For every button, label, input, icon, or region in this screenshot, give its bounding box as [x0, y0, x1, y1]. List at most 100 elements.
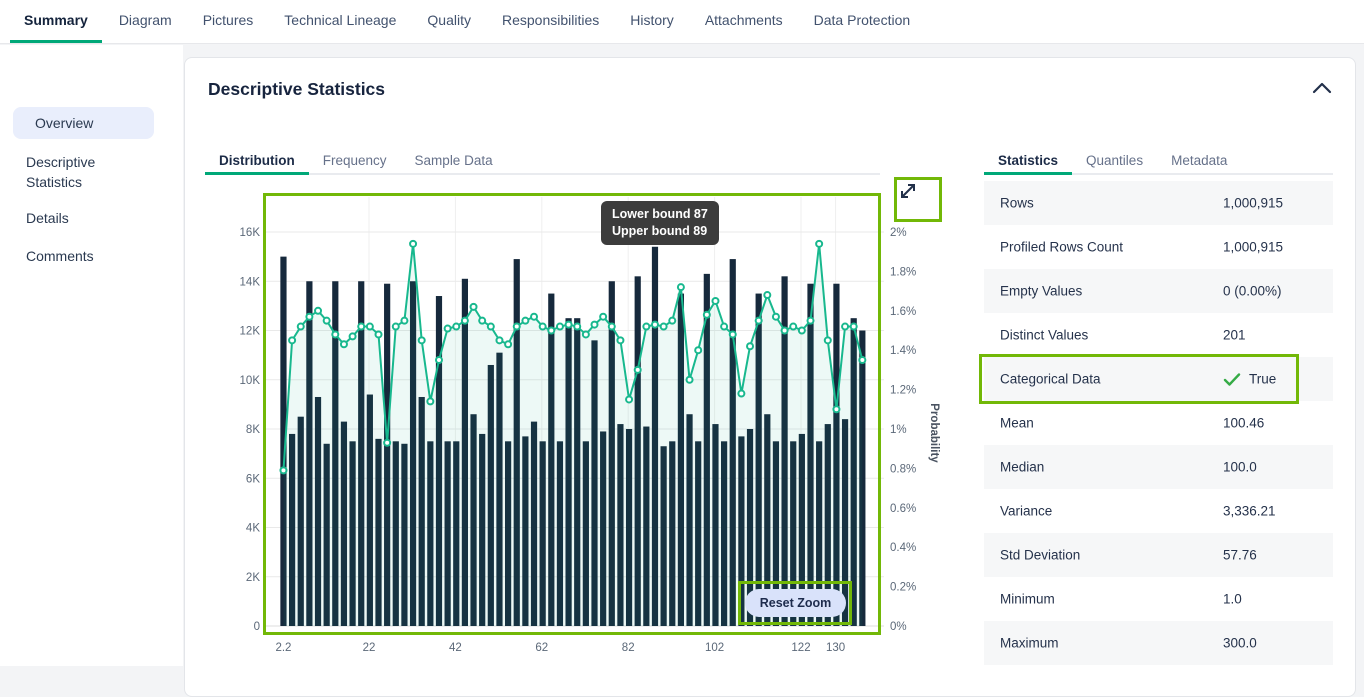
svg-text:0%: 0% — [890, 621, 907, 633]
svg-text:0: 0 — [254, 621, 260, 633]
stat-value: 3,336.21 — [1223, 504, 1276, 519]
nav-tab-data-protection[interactable]: Data Protection — [800, 0, 925, 43]
stat-label: Std Deviation — [1000, 548, 1080, 563]
nav-tab-pictures[interactable]: Pictures — [189, 0, 268, 43]
stat-label: Empty Values — [1000, 284, 1082, 299]
sidebar-item-comments[interactable]: Comments — [26, 246, 146, 266]
svg-text:2.2: 2.2 — [275, 642, 291, 654]
stat-value-text: 1,000,915 — [1223, 196, 1283, 211]
stat-row-std-deviation: Std Deviation 57.76 — [984, 533, 1333, 577]
stat-value: 100.0 — [1223, 460, 1257, 475]
stat-value-text: 3,336.21 — [1223, 504, 1276, 519]
tooltip-upper-bound: Upper bound 89 — [612, 223, 708, 240]
stat-label: Profiled Rows Count — [1000, 240, 1123, 255]
svg-text:1.2%: 1.2% — [890, 385, 916, 397]
svg-text:6K: 6K — [246, 473, 260, 485]
nav-tab-summary[interactable]: Summary — [10, 0, 102, 43]
stat-value-text: 300.0 — [1223, 636, 1257, 651]
stat-row-maximum: Maximum 300.0 — [984, 621, 1333, 665]
check-icon — [1223, 372, 1241, 386]
stat-row-profiled-rows-count: Profiled Rows Count 1,000,915 — [984, 225, 1333, 269]
stat-label: Maximum — [1000, 636, 1059, 651]
chart-tooltip: Lower bound 87 Upper bound 89 — [601, 201, 719, 245]
chevron-up-icon — [1309, 78, 1335, 100]
stat-row-empty-values: Empty Values 0 (0.00%) — [984, 269, 1333, 313]
stat-value: 201 — [1223, 328, 1246, 343]
collapse-section-button[interactable] — [1309, 78, 1335, 100]
expand-icon — [897, 180, 919, 202]
sidebar-item-overview[interactable]: Overview — [13, 107, 154, 139]
svg-text:122: 122 — [791, 642, 810, 654]
top-tab-bar: SummaryDiagramPicturesTechnical LineageQ… — [0, 0, 1364, 44]
sidebar-item-descriptive-statistics[interactable]: Descriptive Statistics — [26, 152, 146, 192]
svg-text:2%: 2% — [890, 227, 907, 239]
svg-text:14K: 14K — [240, 276, 261, 288]
nav-tab-responsibilities[interactable]: Responsibilities — [488, 0, 613, 43]
histogram-svg[interactable]: 02K4K6K8K10K12K14K16K0%0.2%0.4%0.6%0.8%1… — [206, 171, 966, 671]
stat-value: 300.0 — [1223, 636, 1257, 651]
stat-value: 57.76 — [1223, 548, 1257, 563]
distribution-chart: 02K4K6K8K10K12K14K16K0%0.2%0.4%0.6%0.8%1… — [206, 171, 966, 671]
stat-value-text: 1,000,915 — [1223, 240, 1283, 255]
svg-text:16K: 16K — [240, 227, 261, 239]
nav-tab-diagram[interactable]: Diagram — [105, 0, 186, 43]
stat-label: Variance — [1000, 504, 1052, 519]
stat-row-distinct-values: Distinct Values 201 — [984, 313, 1333, 357]
svg-text:10K: 10K — [240, 375, 261, 387]
stat-label: Categorical Data — [1000, 372, 1101, 387]
stat-value: True — [1223, 372, 1276, 387]
svg-text:Probability: Probability — [928, 403, 940, 463]
svg-text:2K: 2K — [246, 572, 260, 584]
svg-text:1%: 1% — [890, 424, 907, 436]
stats-tabs: StatisticsQuantilesMetadata — [984, 148, 1241, 175]
nav-tab-attachments[interactable]: Attachments — [691, 0, 797, 43]
svg-text:1.4%: 1.4% — [890, 345, 916, 357]
tooltip-lower-bound: Lower bound 87 — [612, 206, 708, 223]
svg-text:22: 22 — [363, 642, 376, 654]
stat-label: Distinct Values — [1000, 328, 1088, 343]
stat-value: 0 (0.00%) — [1223, 284, 1282, 299]
stat-value: 1,000,915 — [1223, 240, 1283, 255]
tab-statistics[interactable]: Statistics — [984, 148, 1072, 175]
tab-metadata[interactable]: Metadata — [1157, 148, 1241, 175]
nav-tab-quality[interactable]: Quality — [413, 0, 485, 43]
svg-text:0.4%: 0.4% — [890, 542, 916, 554]
stat-label: Median — [1000, 460, 1044, 475]
tab-quantiles[interactable]: Quantiles — [1072, 148, 1157, 175]
svg-text:0.6%: 0.6% — [890, 503, 916, 515]
svg-text:4K: 4K — [246, 523, 260, 535]
expand-annotation-box — [894, 177, 942, 222]
stat-value-text: 201 — [1223, 328, 1246, 343]
svg-text:0.2%: 0.2% — [890, 582, 916, 594]
svg-text:82: 82 — [622, 642, 635, 654]
stat-value-text: 1.0 — [1223, 592, 1242, 607]
card-title: Descriptive Statistics — [208, 79, 385, 100]
stat-row-categorical-data: Categorical Data True — [984, 357, 1333, 401]
stat-label: Mean — [1000, 416, 1034, 431]
stat-value: 100.46 — [1223, 416, 1264, 431]
svg-text:102: 102 — [705, 642, 724, 654]
svg-text:130: 130 — [826, 642, 845, 654]
stat-label: Minimum — [1000, 592, 1055, 607]
stat-row-variance: Variance 3,336.21 — [984, 489, 1333, 533]
svg-text:12K: 12K — [240, 326, 261, 338]
reset-zoom-button[interactable]: Reset Zoom — [745, 589, 846, 617]
nav-tab-history[interactable]: History — [616, 0, 688, 43]
descriptive-statistics-card: Descriptive Statistics DistributionFrequ… — [184, 57, 1356, 697]
svg-text:42: 42 — [449, 642, 462, 654]
sidebar-item-details[interactable]: Details — [26, 208, 146, 228]
stat-value: 1.0 — [1223, 592, 1242, 607]
statistics-table: Rows 1,000,915 Profiled Rows Count 1,000,91… — [984, 181, 1333, 665]
stat-value-text: 100.0 — [1223, 460, 1257, 475]
stat-row-mean: Mean 100.46 — [984, 401, 1333, 445]
sidebar: Overview Descriptive Statistics Details Com… — [0, 45, 183, 666]
svg-text:8K: 8K — [246, 424, 260, 436]
stat-value-text: True — [1249, 372, 1276, 387]
stat-label: Rows — [1000, 196, 1034, 211]
stat-row-median: Median 100.0 — [984, 445, 1333, 489]
stat-value-text: 0 (0.00%) — [1223, 284, 1282, 299]
stat-value-text: 57.76 — [1223, 548, 1257, 563]
svg-text:1.8%: 1.8% — [890, 266, 916, 278]
nav-tab-technical-lineage[interactable]: Technical Lineage — [270, 0, 410, 43]
stat-row-minimum: Minimum 1.0 — [984, 577, 1333, 621]
